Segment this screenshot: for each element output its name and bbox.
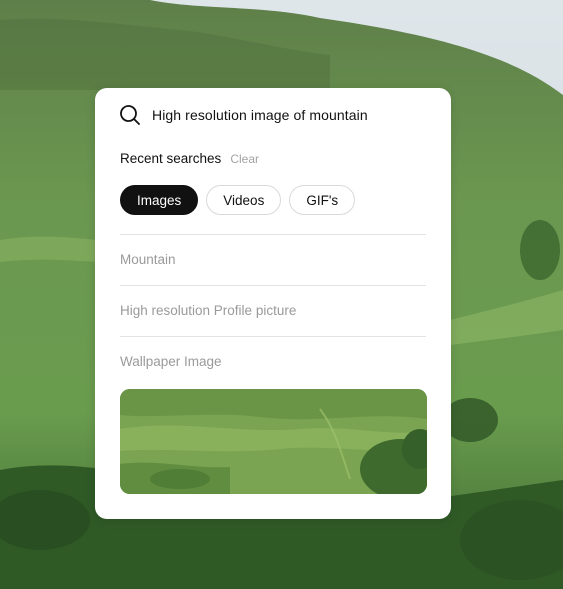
- recent-search-list: Mountain High resolution Profile picture…: [120, 234, 426, 387]
- recent-item-mountain[interactable]: Mountain: [120, 234, 426, 285]
- recent-item-profile-picture[interactable]: High resolution Profile picture: [120, 285, 426, 336]
- filter-chip-videos[interactable]: Videos: [206, 185, 282, 215]
- filter-chips: Images Videos GIF's: [120, 185, 356, 215]
- search-input[interactable]: High resolution image of mountain: [152, 107, 368, 123]
- recent-searches-title: Recent searches: [120, 151, 222, 166]
- result-thumbnail[interactable]: [120, 389, 427, 494]
- filter-chip-gifs[interactable]: GIF's: [289, 185, 356, 215]
- thumbnail-image: [120, 389, 427, 494]
- search-panel: High resolution image of mountain Recent…: [95, 88, 451, 519]
- recent-item-wallpaper[interactable]: Wallpaper Image: [120, 336, 426, 387]
- recent-searches-header: Recent searches Clear: [120, 151, 259, 166]
- clear-button[interactable]: Clear: [230, 152, 259, 166]
- search-icon: [119, 104, 141, 126]
- filter-chip-images[interactable]: Images: [120, 185, 199, 215]
- search-bar[interactable]: High resolution image of mountain: [119, 104, 368, 126]
